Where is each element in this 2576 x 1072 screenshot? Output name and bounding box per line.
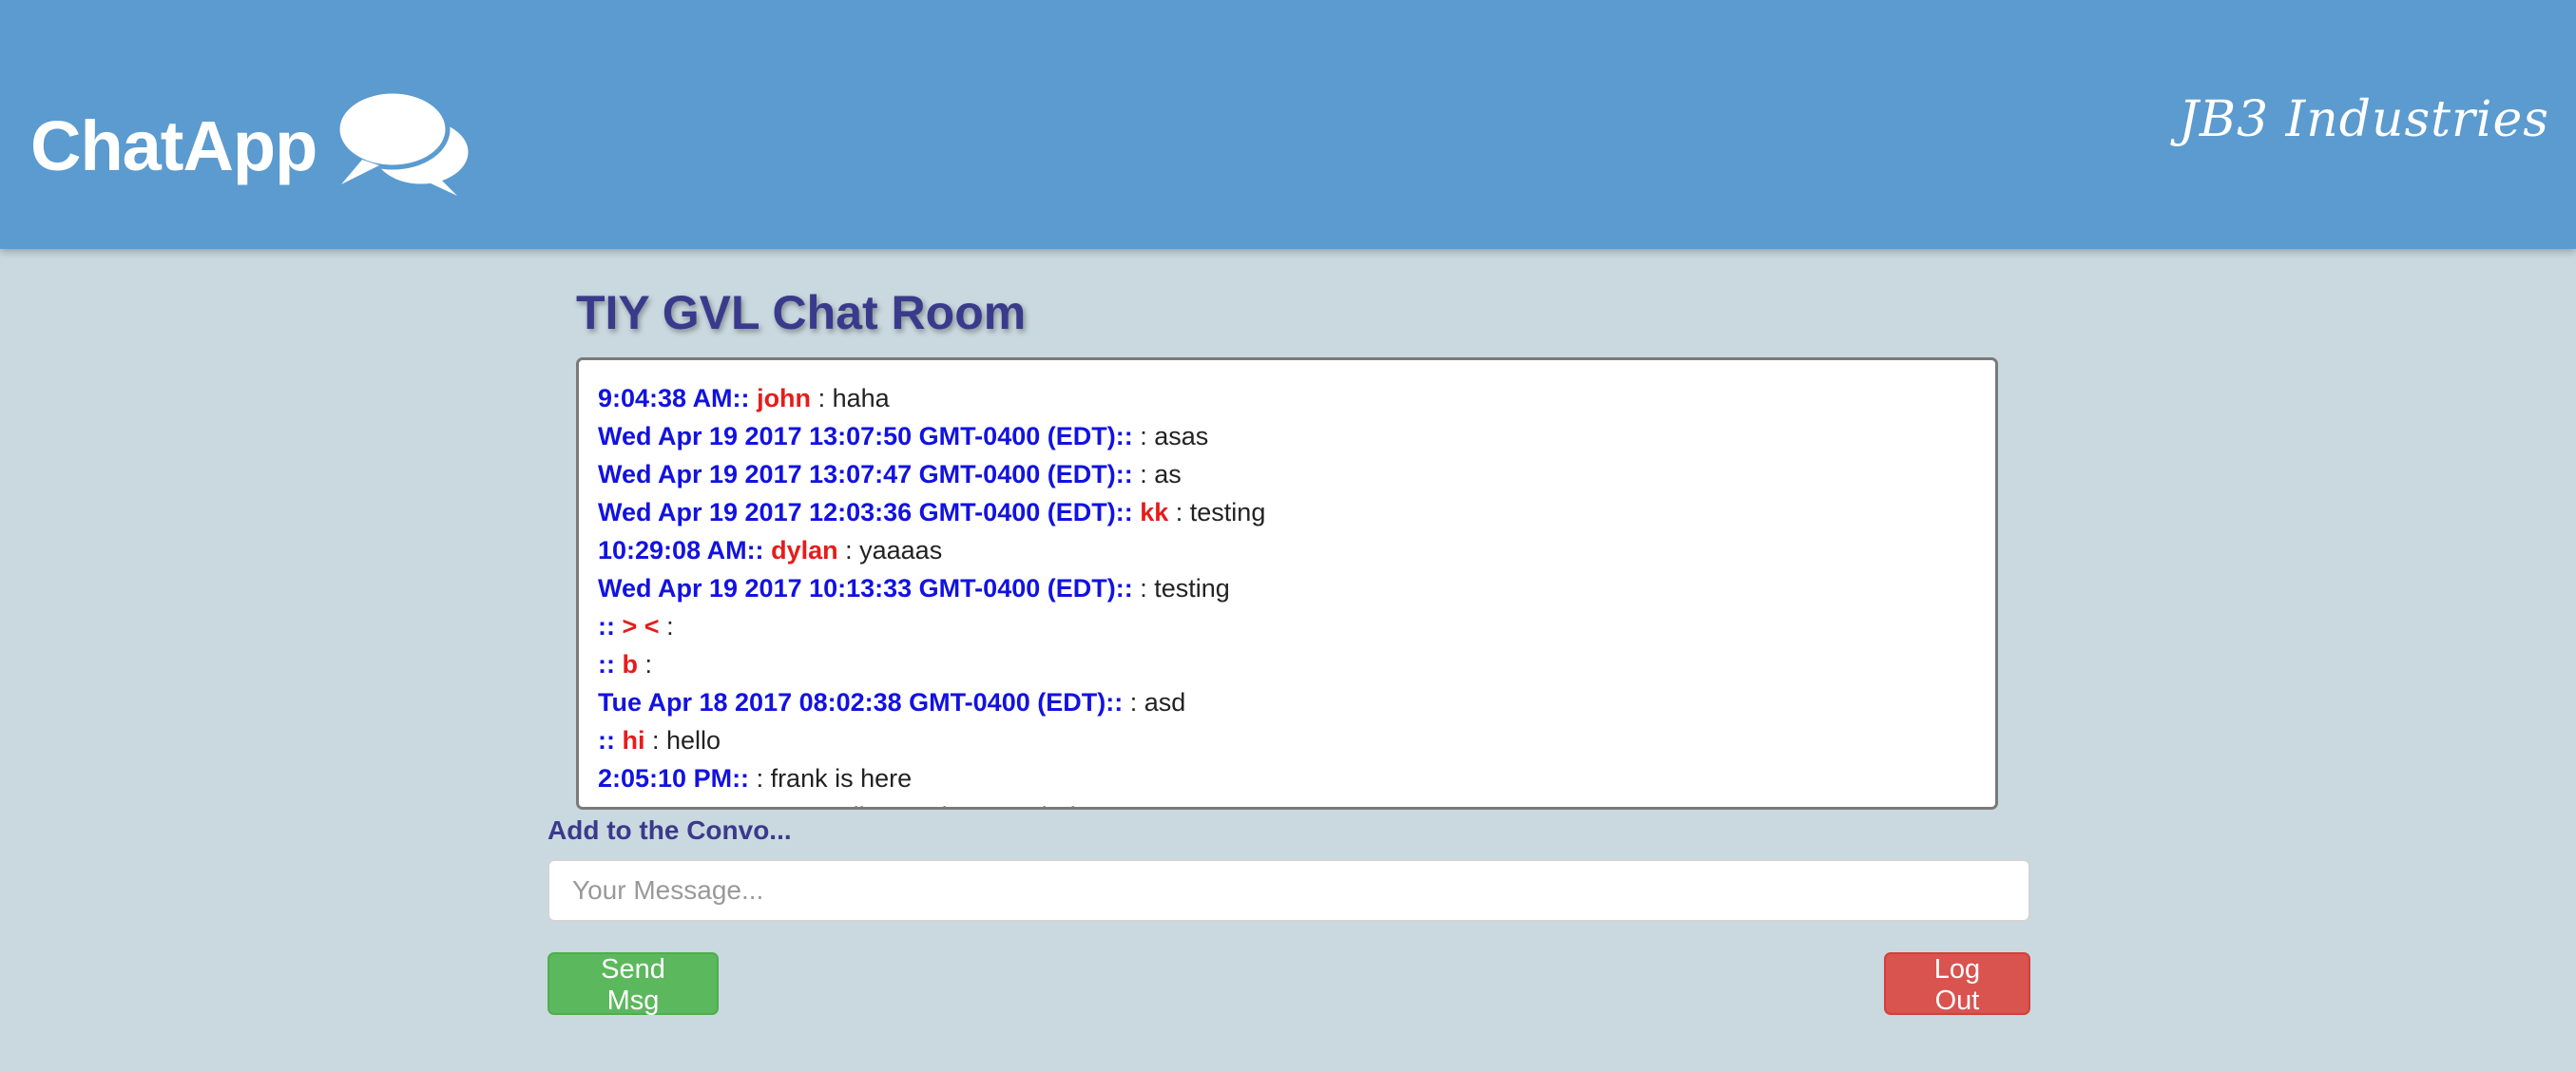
- message-row: 1:15:35 PM:: anon : all your chats are b…: [598, 797, 1976, 807]
- message-row: 2:05:10 PM:: : frank is here: [598, 759, 1976, 797]
- page-title: TIY GVL Chat Room: [576, 286, 1027, 339]
- message-text: :: [666, 612, 674, 641]
- message-row: :: > < :: [598, 607, 1976, 645]
- message-row: Wed Apr 19 2017 10:13:33 GMT-0400 (EDT):…: [598, 569, 1976, 607]
- message-username: anon: [757, 802, 818, 807]
- message-username: > <: [622, 612, 660, 641]
- message-text: :: [644, 650, 653, 679]
- message-row: Wed Apr 19 2017 12:03:36 GMT-0400 (EDT):…: [598, 493, 1976, 531]
- log-out-button[interactable]: Log Out: [1884, 952, 2030, 1016]
- message-row: :: hi : hello: [598, 721, 1976, 759]
- message-timestamp: Wed Apr 19 2017 12:03:36 GMT-0400 (EDT):…: [598, 498, 1133, 526]
- message-text: : asd: [1129, 688, 1186, 717]
- message-timestamp: ::: [598, 726, 615, 755]
- message-timestamp: Wed Apr 19 2017 13:07:50 GMT-0400 (EDT):…: [598, 422, 1133, 450]
- message-text: : as: [1140, 460, 1182, 488]
- message-text: : testing: [1140, 574, 1230, 603]
- company-logo-text: JB3 Industries: [2178, 91, 2549, 148]
- app-title: ChatApp: [30, 106, 317, 185]
- compose-label: Add to the Convo...: [548, 815, 792, 845]
- message-text: : all your chats are belong to me: [825, 802, 1190, 807]
- message-text: : frank is here: [756, 764, 913, 793]
- message-timestamp: 10:29:08 AM::: [598, 536, 764, 565]
- message-text: : testing: [1175, 498, 1266, 526]
- message-timestamp: Wed Apr 19 2017 13:07:47 GMT-0400 (EDT):…: [598, 460, 1133, 488]
- message-row: Wed Apr 19 2017 13:07:50 GMT-0400 (EDT):…: [598, 417, 1976, 455]
- message-username: john: [757, 384, 812, 412]
- message-username: dylan: [771, 536, 838, 565]
- app-header: ChatApp JB3 Industries: [0, 0, 2576, 249]
- message-row: 9:04:38 AM:: john : haha: [598, 379, 1976, 417]
- message-text: : haha: [817, 384, 890, 412]
- message-timestamp: ::: [598, 612, 615, 641]
- send-message-button[interactable]: Send Msg: [548, 952, 719, 1016]
- message-timestamp: Wed Apr 19 2017 10:13:33 GMT-0400 (EDT):…: [598, 574, 1133, 603]
- message-row: :: b :: [598, 645, 1976, 683]
- brand: ChatApp: [30, 88, 476, 198]
- message-username: b: [622, 650, 639, 679]
- message-timestamp: Tue Apr 18 2017 08:02:38 GMT-0400 (EDT):…: [598, 688, 1124, 717]
- message-username: kk: [1140, 498, 1169, 526]
- message-list[interactable]: 9:04:38 AM:: john : hahaWed Apr 19 2017 …: [576, 357, 1998, 810]
- message-text: : yaaaas: [845, 536, 943, 565]
- message-timestamp: 2:05:10 PM::: [598, 764, 750, 793]
- message-input[interactable]: [548, 859, 2030, 922]
- message-row: 10:29:08 AM:: dylan : yaaaas: [598, 531, 1976, 569]
- message-timestamp: ::: [598, 650, 615, 679]
- message-row: Tue Apr 18 2017 08:02:38 GMT-0400 (EDT):…: [598, 683, 1976, 721]
- message-username: hi: [622, 726, 645, 755]
- chat-bubbles-icon: [335, 88, 473, 196]
- message-timestamp: 1:15:35 PM::: [598, 802, 749, 807]
- message-row: Wed Apr 19 2017 13:07:47 GMT-0400 (EDT):…: [598, 455, 1976, 493]
- message-text: : hello: [652, 726, 721, 755]
- message-timestamp: 9:04:38 AM::: [598, 384, 750, 412]
- message-text: : asas: [1140, 422, 1209, 450]
